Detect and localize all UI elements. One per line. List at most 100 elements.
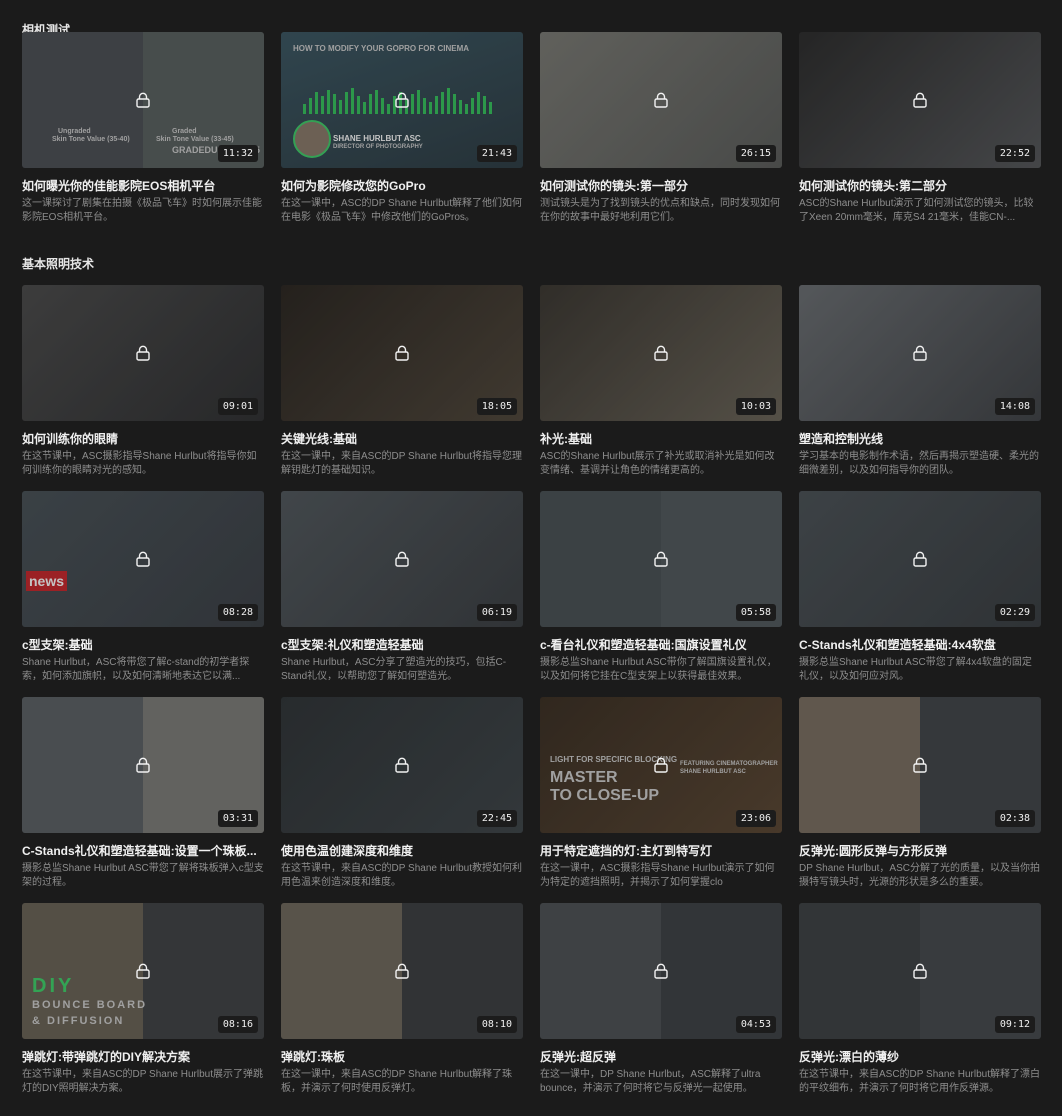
lesson-title[interactable]: c型支架:基础 bbox=[22, 636, 264, 653]
duration-badge: 09:01 bbox=[217, 398, 258, 415]
lesson-thumbnail[interactable]: 22:52 bbox=[799, 32, 1041, 168]
lesson-title[interactable]: 反弹光:超反弹 bbox=[540, 1048, 782, 1065]
lock-icon bbox=[395, 92, 409, 108]
lesson-title[interactable]: C-Stands礼仪和塑造轻基础:设置一个珠板... bbox=[22, 842, 264, 859]
lesson-thumbnail[interactable]: 22:45 bbox=[281, 697, 523, 833]
duration-badge: 05:58 bbox=[735, 604, 776, 621]
section-camera-tests: 相机测试 bbox=[22, 0, 1042, 37]
lesson-description: 在这节课中，来自ASC的DP Shane Hurlbut教授如何利用色温来创造深… bbox=[281, 863, 522, 888]
lesson-card[interactable]: 22:52 如何测试你的镜头:第二部分 ASC的Shane Hurlbut演示了如何… bbox=[799, 32, 1041, 242]
lesson-thumbnail[interactable]: 06:19 bbox=[281, 491, 523, 627]
lock-icon bbox=[654, 551, 668, 567]
lesson-description: ASC的Shane Hurlbut展示了补光或取消补光是如何改变情绪、基调并让角… bbox=[540, 451, 775, 476]
lesson-description: 摄影总监Shane Hurlbut ASC带您了解将珠板弹入c型支架的过程。 bbox=[22, 863, 264, 888]
lesson-card[interactable]: 05:58 c-看台礼仪和塑造轻基础:国旗设置礼仪 摄影总监Shane Hurlbu… bbox=[540, 491, 782, 697]
lesson-card[interactable]: 14:08 塑造和控制光线学习基本的电影制作术语，然后再揭示塑造硬、柔光的细微差别… bbox=[799, 285, 1041, 491]
duration-badge: 22:52 bbox=[994, 145, 1035, 162]
lesson-title[interactable]: 如何测试你的镜头:第一部分 bbox=[540, 177, 782, 194]
lesson-title[interactable]: 使用色温创建深度和维度 bbox=[281, 842, 523, 859]
duration-badge: 10:03 bbox=[735, 398, 776, 415]
lesson-title[interactable]: 关键光线:基础 bbox=[281, 430, 523, 447]
duration-badge: 03:31 bbox=[217, 810, 258, 827]
lesson-description: 在这节课中，来自ASC的DP Shane Hurlbut解释了漂白的平纹细布，并… bbox=[799, 1069, 1040, 1094]
lock-icon bbox=[654, 963, 668, 979]
duration-badge: 18:05 bbox=[476, 398, 517, 415]
lesson-thumbnail[interactable]: Ungraded Skin Tone Value (35-40) Graded Ski… bbox=[22, 32, 264, 168]
lock-icon bbox=[913, 963, 927, 979]
lesson-description: 学习基本的电影制作术语，然后再揭示塑造硬、柔光的细微差别，以及如何指导你的团队。 bbox=[799, 451, 1039, 476]
lesson-thumbnail[interactable]: 02:38 bbox=[799, 697, 1041, 833]
duration-badge: 22:45 bbox=[476, 810, 517, 827]
lesson-card[interactable]: DIY BOUNCE BOARD & DIFFUSION 08:16 弹跳灯:带弹跳灯的… bbox=[22, 903, 264, 1109]
duration-badge: 08:16 bbox=[217, 1016, 258, 1033]
lock-icon bbox=[395, 963, 409, 979]
lesson-thumbnail[interactable]: 09:01 bbox=[22, 285, 264, 421]
lock-icon bbox=[913, 345, 927, 361]
lesson-grid-lighting: 09:01 如何训练你的眼睛 在这节课中，ASC摄影指导Shane Hurlbut将… bbox=[22, 285, 1042, 1109]
lesson-card[interactable]: 08:10 弹跳灯:珠板 在这一课中，来自ASC的DP Shane Hurlbut解… bbox=[281, 903, 523, 1109]
duration-badge: 08:28 bbox=[217, 604, 258, 621]
lesson-title[interactable]: 补光:基础 bbox=[540, 430, 782, 447]
lesson-card[interactable]: 22:45 使用色温创建深度和维度在这节课中，来自ASC的DP Shane Hur… bbox=[281, 697, 523, 903]
lesson-card[interactable]: 10:03 补光:基础 ASC的Shane Hurlbut展示了补光或取消补光是如何… bbox=[540, 285, 782, 491]
lesson-thumbnail[interactable]: news 08:28 bbox=[22, 491, 264, 627]
lesson-thumbnail[interactable]: DIY BOUNCE BOARD & DIFFUSION 08:16 bbox=[22, 903, 264, 1039]
duration-badge: 02:38 bbox=[994, 810, 1035, 827]
lesson-title[interactable]: 用于特定遮挡的灯:主灯到特写灯 bbox=[540, 842, 782, 859]
lesson-thumbnail[interactable]: 10:03 bbox=[540, 285, 782, 421]
lesson-thumbnail[interactable]: 05:58 bbox=[540, 491, 782, 627]
lesson-card[interactable]: 09:12 反弹光:漂白的薄纱在这节课中，来自ASC的DP Shane Hurlb… bbox=[799, 903, 1041, 1109]
lesson-title[interactable]: 弹跳灯:带弹跳灯的DIY解决方案 bbox=[22, 1048, 264, 1065]
section-title: 基本照明技术 bbox=[22, 257, 95, 271]
lesson-title[interactable]: c型支架:礼仪和塑造轻基础 bbox=[281, 636, 523, 653]
lesson-title[interactable]: 如何为影院修改您的GoPro bbox=[281, 177, 523, 194]
lesson-title[interactable]: 如何曝光你的佳能影院EOS相机平台 bbox=[22, 177, 264, 194]
lesson-thumbnail[interactable]: LIGHT FOR SPECIFIC BLOCKING MASTER TO CLOS… bbox=[540, 697, 782, 833]
lesson-title[interactable]: c-看台礼仪和塑造轻基础:国旗设置礼仪 bbox=[540, 636, 782, 653]
lesson-card[interactable]: Ungraded Skin Tone Value (35-40) Graded Ski… bbox=[22, 32, 264, 242]
lesson-thumbnail[interactable]: 03:31 bbox=[22, 697, 264, 833]
duration-badge: 23:06 bbox=[735, 810, 776, 827]
section-lighting-basics: 基本照明技术 bbox=[22, 242, 1042, 285]
lesson-thumbnail[interactable]: 14:08 bbox=[799, 285, 1041, 421]
lesson-thumbnail[interactable]: 02:29 bbox=[799, 491, 1041, 627]
lock-icon bbox=[654, 757, 668, 773]
lesson-card[interactable]: 06:19 c型支架:礼仪和塑造轻基础 Shane Hurlbut，ASC分享了塑造… bbox=[281, 491, 523, 697]
lesson-title[interactable]: C-Stands礼仪和塑造轻基础:4x4软盘 bbox=[799, 636, 1041, 653]
lesson-title[interactable]: 如何测试你的镜头:第二部分 bbox=[799, 177, 1041, 194]
lesson-title[interactable]: 塑造和控制光线 bbox=[799, 430, 1041, 447]
course-catalog: 相机测试 Ungraded Skin Tone Value (35-40) Grad… bbox=[0, 0, 1062, 1109]
duration-badge: 26:15 bbox=[735, 145, 776, 162]
lock-icon bbox=[654, 345, 668, 361]
lesson-card[interactable]: 04:53 反弹光:超反弹 在这一课中，DP Shane Hurlbut，ASC解释… bbox=[540, 903, 782, 1109]
lesson-card[interactable]: 18:05 关键光线:基础 在这一课中，来自ASC的DP Shane Hurlbut… bbox=[281, 285, 523, 491]
lesson-thumbnail[interactable]: 26:15 bbox=[540, 32, 782, 168]
lesson-title[interactable]: 如何训练你的眼睛 bbox=[22, 430, 264, 447]
lesson-card[interactable]: 02:38 反弹光:圆形反弹与方形反弹 DP Shane Hurlbut，ASC分解… bbox=[799, 697, 1041, 903]
lesson-card[interactable]: 03:31 C-Stands礼仪和塑造轻基础:设置一个珠板... 摄影总监Shane… bbox=[22, 697, 264, 903]
duration-badge: 14:08 bbox=[994, 398, 1035, 415]
duration-badge: 06:19 bbox=[476, 604, 517, 621]
lesson-title[interactable]: 弹跳灯:珠板 bbox=[281, 1048, 523, 1065]
lesson-thumbnail[interactable]: 09:12 bbox=[799, 903, 1041, 1039]
lesson-title[interactable]: 反弹光:漂白的薄纱 bbox=[799, 1048, 1041, 1065]
lesson-card[interactable]: 02:29 C-Stands礼仪和塑造轻基础:4x4软盘摄影总监Shane Hur… bbox=[799, 491, 1041, 697]
lock-icon bbox=[395, 345, 409, 361]
lock-icon bbox=[913, 92, 927, 108]
lock-icon bbox=[913, 757, 927, 773]
lesson-thumbnail[interactable]: 04:53 bbox=[540, 903, 782, 1039]
duration-badge: 04:53 bbox=[735, 1016, 776, 1033]
lesson-card[interactable]: 09:01 如何训练你的眼睛 在这节课中，ASC摄影指导Shane Hurlbut将… bbox=[22, 285, 264, 491]
lesson-card[interactable]: HOW TO MODIFY YOUR GOPRO FOR CINEMA SHANE… bbox=[281, 32, 523, 242]
lesson-description: 在这一课中，ASC的DP Shane Hurlbut解释了他们如何在电影《极品飞… bbox=[281, 198, 522, 223]
lesson-description: 摄影总监Shane Hurlbut ASC带您了解4x4软盘的固定礼仪，以及如何… bbox=[799, 657, 1032, 682]
lesson-thumbnail[interactable]: HOW TO MODIFY YOUR GOPRO FOR CINEMA SHANE… bbox=[281, 32, 523, 168]
lesson-thumbnail[interactable]: 18:05 bbox=[281, 285, 523, 421]
lesson-title[interactable]: 反弹光:圆形反弹与方形反弹 bbox=[799, 842, 1041, 859]
lesson-card[interactable]: 26:15 如何测试你的镜头:第一部分 测试镜头是为了找到镜头的优点和缺点，同时发现… bbox=[540, 32, 782, 242]
lesson-thumbnail[interactable]: 08:10 bbox=[281, 903, 523, 1039]
lesson-description: 在这一课中，ASC摄影指导Shane Hurlbut演示了如何为特定的遮挡照明，… bbox=[540, 863, 775, 888]
lesson-card[interactable]: LIGHT FOR SPECIFIC BLOCKING MASTER TO CLOS… bbox=[540, 697, 782, 903]
duration-badge: 11:32 bbox=[217, 145, 258, 162]
lesson-card[interactable]: news 08:28 c型支架:基础 Shane Hurlbut，ASC将带您了解c-… bbox=[22, 491, 264, 697]
